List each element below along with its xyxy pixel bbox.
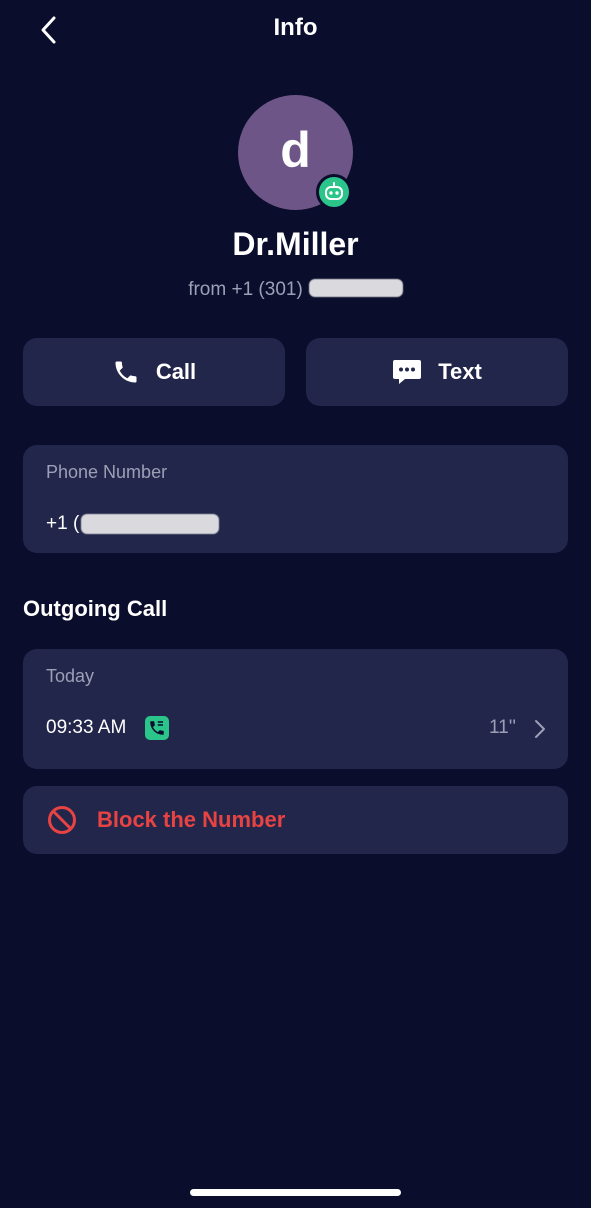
text-button[interactable]: Text [306,338,568,406]
call-button[interactable]: Call [23,338,285,406]
call-history-card: Today 09:33 AM 11'' [23,649,568,769]
top-bar: Info [0,0,591,60]
redacted-block [81,514,220,534]
robot-icon [316,174,352,210]
call-duration: 11'' [489,717,516,738]
phone-number-prefix: +1 ( [46,513,80,534]
caller-number-line: from +1 (301) [0,278,591,301]
redacted-block [308,278,403,297]
avatar-letter: d [280,121,311,178]
page-title: Info [273,14,318,41]
contact-name: Dr.Miller [232,226,359,262]
chevron-right-icon [535,720,545,738]
phone-number-value: +1 ( [46,513,220,535]
message-icon [393,360,422,384]
phone-number-card: Phone Number +1 ( [23,445,568,553]
call-history-row[interactable]: 09:33 AM 11'' [23,709,568,749]
text-label: Text [438,359,482,384]
block-number-label: Block the Number [97,807,286,832]
call-label: Call [155,359,197,384]
call-day-label: Today [46,666,95,686]
call-time: 09:33 AM [46,717,127,738]
outgoing-call-icon [145,716,169,740]
section-title: Outgoing Call [23,596,168,621]
phone-icon [115,361,137,383]
from-number-text: from +1 (301) [188,279,303,300]
home-indicator[interactable] [190,1189,401,1196]
phone-number-label: Phone Number [46,462,168,482]
block-icon [48,806,76,834]
block-number-button[interactable]: Block the Number [23,786,568,854]
